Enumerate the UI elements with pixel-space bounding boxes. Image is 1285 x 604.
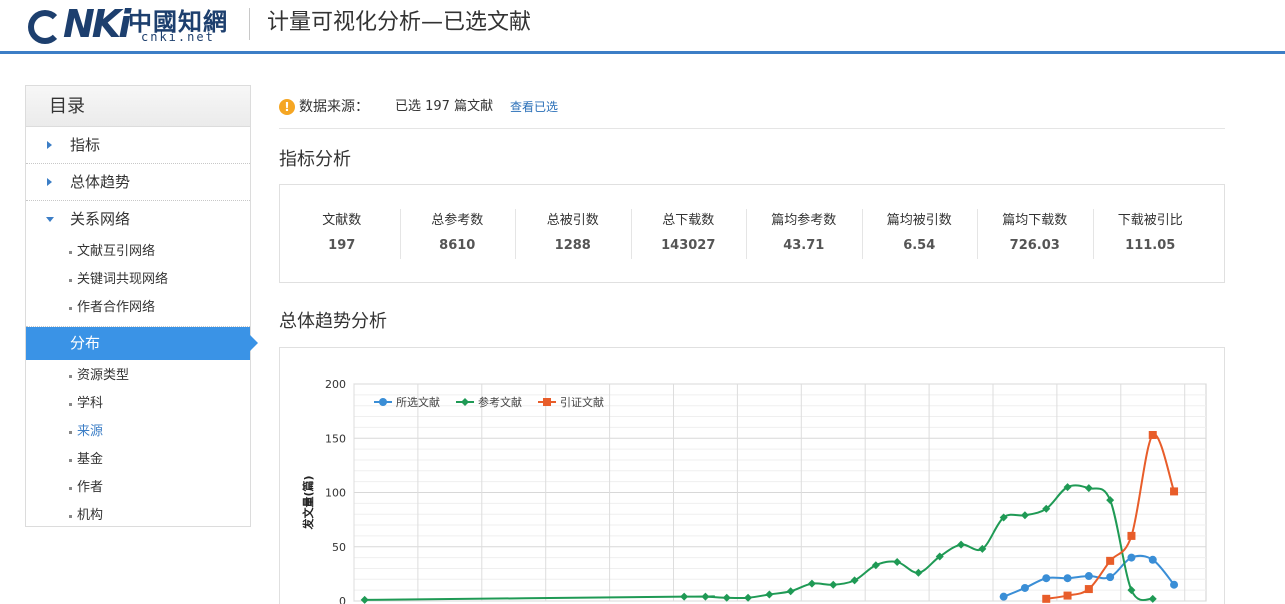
metric-label: 总下载数 bbox=[662, 213, 715, 228]
sidebar-network-subitems: 文献互引网络 关键词共现网络 作者合作网络 bbox=[26, 238, 250, 327]
metric-value: 726.03 bbox=[1009, 238, 1060, 253]
sidebar-toc: 目录 指标 总体趋势 关系网络 文献互引网络 关键词共现网络 作者合作网络 分布… bbox=[25, 85, 258, 530]
metric-value: 143027 bbox=[661, 238, 716, 253]
data-point bbox=[1042, 574, 1051, 583]
metric-item: 篇均被引数 6.54 bbox=[861, 209, 978, 259]
sidebar-distribution-subitems: 资源类型 学科 来源 基金 作者 机构 bbox=[26, 360, 250, 530]
sidebar-item-label: 关系网络 bbox=[70, 210, 131, 228]
cnki-logo[interactable]: NKi 中國知網 cnki.net bbox=[28, 2, 233, 46]
sidebar-item-network[interactable]: 关系网络 bbox=[26, 201, 250, 238]
data-point bbox=[1127, 553, 1136, 562]
data-point bbox=[1127, 531, 1136, 540]
sidebar-subitem-author-network[interactable]: 作者合作网络 bbox=[26, 294, 250, 322]
sidebar-item-distribution[interactable]: 分布 bbox=[26, 327, 258, 360]
logo-domain-text: cnki.net bbox=[141, 30, 215, 44]
data-point bbox=[1170, 487, 1179, 496]
page-title: 计量可视化分析—已选文献 bbox=[267, 10, 532, 35]
header-divider bbox=[249, 8, 250, 40]
page-header: NKi 中國知網 cnki.net 计量可视化分析—已选文献 bbox=[0, 0, 1285, 54]
data-point bbox=[1170, 580, 1179, 589]
sidebar-subitem-author[interactable]: 作者 bbox=[26, 474, 250, 502]
data-point bbox=[1148, 430, 1157, 439]
trend-chart: 0 50 100 150 200 发文量(篇) 所选文献 参考文献 引证文献 bbox=[279, 347, 1225, 604]
metric-value: 197 bbox=[328, 238, 356, 253]
metric-item: 总下载数 143027 bbox=[630, 209, 747, 259]
selected-count-text: 已选 197 篇文献 bbox=[395, 99, 494, 114]
sidebar-item-overall-trend[interactable]: 总体趋势 bbox=[26, 164, 250, 201]
sidebar-subitem-source[interactable]: 来源 bbox=[26, 418, 250, 446]
metric-value: 1288 bbox=[554, 238, 591, 253]
trend-chart-svg: 0 50 100 150 200 发文量(篇) 所选文献 参考文献 引证文献 bbox=[301, 378, 1207, 604]
data-point bbox=[1106, 573, 1115, 582]
sidebar-item-label: 分布 bbox=[70, 334, 101, 352]
data-point bbox=[1063, 574, 1072, 583]
legend-swatch-marker bbox=[379, 398, 387, 406]
legend-swatch-marker bbox=[543, 398, 551, 406]
data-point bbox=[1084, 585, 1093, 594]
view-selected-link[interactable]: 查看已选 bbox=[510, 85, 558, 129]
y-tick-label: 50 bbox=[332, 541, 346, 554]
metric-label: 篇均下载数 bbox=[1002, 213, 1068, 228]
data-point bbox=[1042, 594, 1051, 603]
metric-label: 总参考数 bbox=[431, 213, 484, 228]
y-tick-label: 0 bbox=[339, 595, 346, 604]
caret-right-icon bbox=[47, 141, 52, 149]
sidebar-title: 目录 bbox=[26, 86, 250, 127]
metric-value: 6.54 bbox=[903, 238, 936, 253]
sidebar-item-indicators[interactable]: 指标 bbox=[26, 127, 250, 164]
metric-label: 下载被引比 bbox=[1117, 213, 1183, 228]
metric-label: 文献数 bbox=[322, 213, 362, 228]
y-tick-label: 150 bbox=[325, 432, 346, 445]
legend-label: 所选文献 bbox=[396, 395, 440, 409]
metric-label: 篇均被引数 bbox=[886, 213, 952, 228]
y-tick-label: 100 bbox=[325, 487, 346, 500]
data-point bbox=[1106, 556, 1115, 565]
metric-item: 下载被引比 111.05 bbox=[1092, 209, 1209, 259]
data-point bbox=[999, 592, 1008, 601]
y-tick-label: 200 bbox=[325, 378, 346, 391]
metric-label: 篇均参考数 bbox=[771, 213, 837, 228]
metrics-section-title: 指标分析 bbox=[279, 149, 351, 170]
trend-section-title: 总体趋势分析 bbox=[279, 311, 387, 332]
metric-item: 篇均参考数 43.71 bbox=[746, 209, 862, 259]
metric-value: 111.05 bbox=[1125, 238, 1176, 253]
caret-down-icon bbox=[46, 217, 54, 222]
data-point bbox=[1148, 555, 1157, 564]
sidebar-subitem-fund[interactable]: 基金 bbox=[26, 446, 250, 474]
logo-wordmark: NKi bbox=[28, 4, 131, 44]
legend-label: 参考文献 bbox=[478, 395, 522, 409]
sidebar-subitem-discipline[interactable]: 学科 bbox=[26, 390, 250, 418]
metric-item: 总被引数 1288 bbox=[515, 209, 631, 259]
metric-item: 篇均下载数 726.03 bbox=[977, 209, 1093, 259]
sidebar-subitem-resource-type[interactable]: 资源类型 bbox=[26, 362, 250, 390]
metric-label: 总被引数 bbox=[546, 213, 599, 228]
y-axis-label: 发文量(篇) bbox=[301, 475, 315, 530]
logo-ring-icon bbox=[28, 9, 62, 44]
legend-label: 引证文献 bbox=[560, 395, 604, 409]
sidebar-item-label: 总体趋势 bbox=[70, 173, 131, 191]
metric-value: 8610 bbox=[439, 238, 476, 253]
sidebar-subitem-institution[interactable]: 机构 bbox=[26, 502, 250, 530]
data-source-row: ! 数据来源： 已选 197 篇文献 查看已选 bbox=[279, 85, 1225, 129]
caret-right-icon bbox=[47, 178, 52, 186]
sidebar-subitem-citation-network[interactable]: 文献互引网络 bbox=[26, 238, 250, 266]
data-point bbox=[1084, 572, 1093, 581]
metric-value: 43.71 bbox=[783, 238, 825, 253]
data-source-label: 数据来源： bbox=[299, 99, 369, 115]
warning-icon: ! bbox=[279, 99, 295, 115]
data-point bbox=[1020, 583, 1029, 592]
sidebar-item-label: 指标 bbox=[70, 136, 101, 154]
metrics-panel: 文献数 197 总参考数 8610 总被引数 1288 总下载数 143027 篇均参考数 43.… bbox=[279, 184, 1225, 283]
metric-item: 总参考数 8610 bbox=[399, 209, 516, 259]
data-point bbox=[1063, 591, 1072, 600]
sidebar-subitem-keyword-network[interactable]: 关键词共现网络 bbox=[26, 266, 250, 294]
metric-item: 文献数 197 bbox=[284, 211, 400, 256]
main-content: ! 数据来源： 已选 197 篇文献 查看已选 指标分析 文献数 197 总参考数 8… bbox=[279, 85, 1225, 604]
